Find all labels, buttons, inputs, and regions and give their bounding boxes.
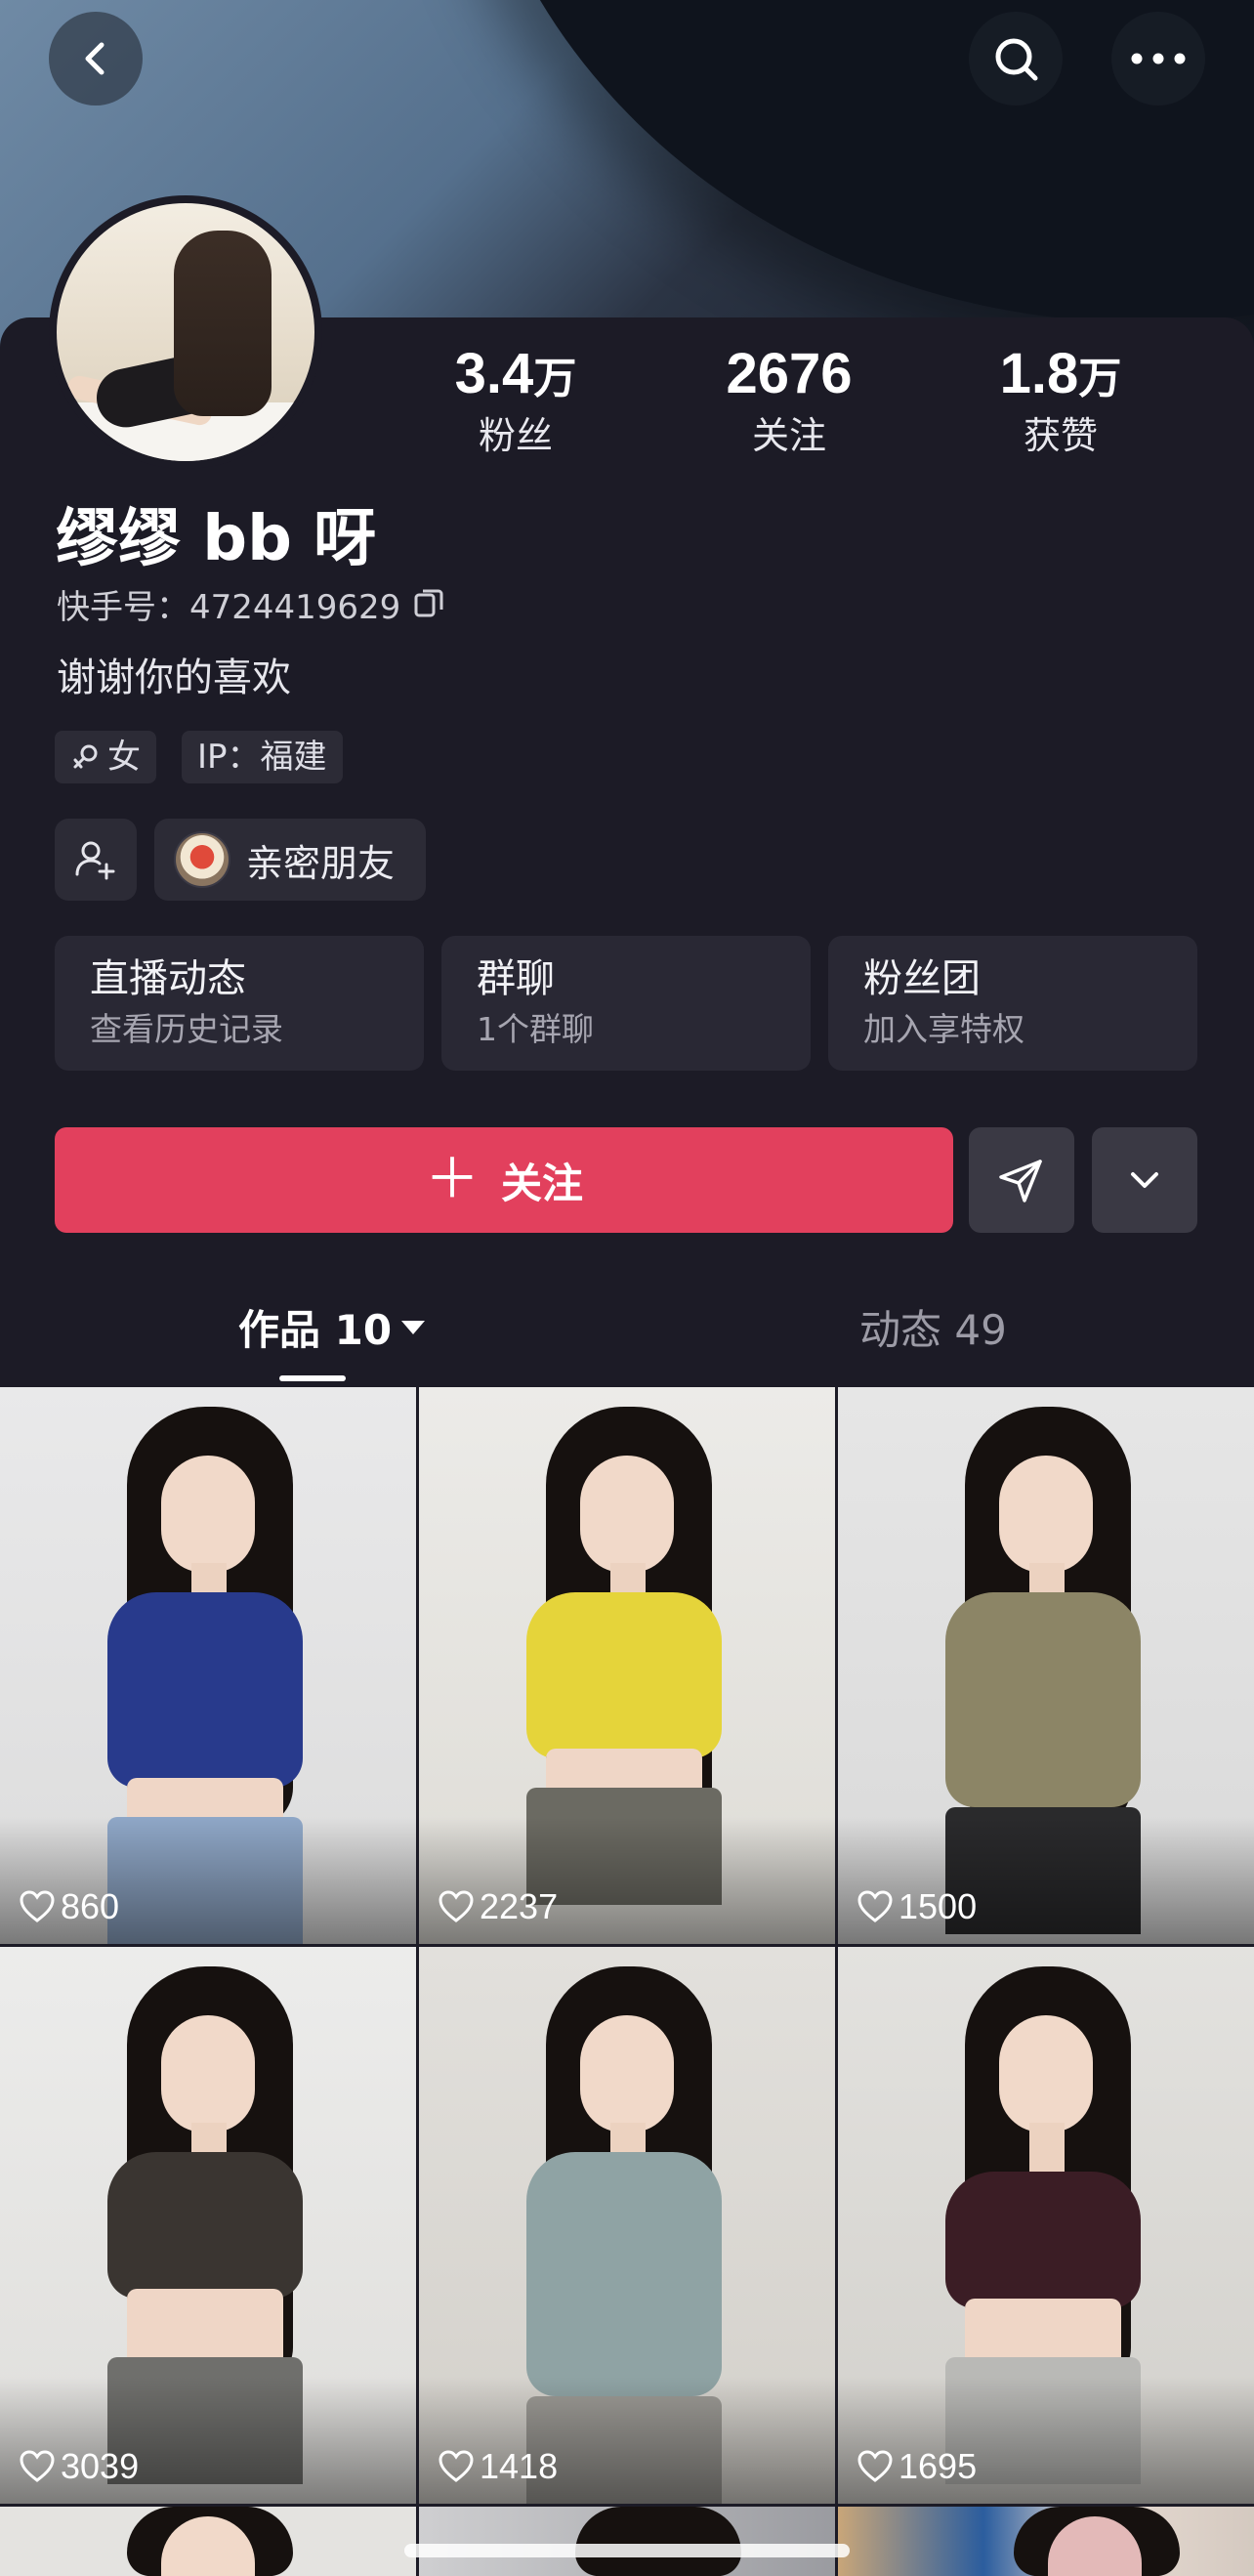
- heart-icon: [20, 2450, 55, 2482]
- likes-count: 1.8: [999, 342, 1079, 405]
- heart-icon: [439, 2450, 474, 2482]
- fan-club-card[interactable]: 粉丝团 加入享特权: [828, 936, 1197, 1071]
- gender-tag: 女: [55, 731, 156, 783]
- home-indicator[interactable]: [404, 2544, 850, 2557]
- content-tabs: 作品 10 动态 49: [0, 1270, 1254, 1387]
- ip-text: IP：福建: [197, 738, 327, 777]
- tab-works[interactable]: 作品 10: [238, 1297, 426, 1357]
- like-count-text: 860: [61, 1886, 120, 1926]
- video-thumbnail[interactable]: 1500: [838, 1387, 1254, 1944]
- like-count: 1418: [439, 2445, 558, 2488]
- like-count-text: 1418: [480, 2446, 559, 2486]
- copy-icon[interactable]: [412, 586, 445, 630]
- profile-bio: 谢谢你的喜欢: [57, 655, 291, 700]
- add-user-icon: [75, 841, 115, 880]
- chevron-down-icon: [1131, 1172, 1158, 1188]
- avatar-image: [57, 203, 314, 461]
- back-button[interactable]: [49, 12, 143, 106]
- send-icon: [999, 1160, 1042, 1203]
- user-id-row: 快手号：4724419629: [57, 586, 445, 629]
- heart-icon: [857, 1890, 893, 1922]
- following-count: 2676: [726, 342, 853, 405]
- fan-club-subtitle: 加入享特权: [863, 1010, 1024, 1048]
- following-label: 关注: [751, 414, 826, 457]
- live-history-card[interactable]: 直播动态 查看历史记录: [55, 936, 424, 1071]
- follow-button[interactable]: ＋ 关注: [55, 1127, 953, 1233]
- heart-icon: [857, 2450, 893, 2482]
- likes-unit: 万: [1078, 354, 1122, 403]
- video-thumbnail[interactable]: [419, 2507, 835, 2576]
- video-thumbnail[interactable]: 2237: [419, 1387, 835, 1944]
- video-thumbnail[interactable]: [838, 2507, 1254, 2576]
- profile-name: 缪缪 bb 呀: [56, 503, 377, 575]
- video-thumbnail[interactable]: 3039: [0, 1947, 416, 2504]
- like-count-text: 1695: [899, 2446, 978, 2486]
- tab-works-label: 作品 10: [238, 1306, 393, 1354]
- female-icon: [73, 744, 98, 769]
- like-count-text: 2237: [480, 1886, 559, 1926]
- stat-fans[interactable]: 3.4万 粉丝: [418, 342, 613, 460]
- group-chat-title: 群聊: [477, 956, 555, 1001]
- tab-moments[interactable]: 动态 49: [859, 1297, 1007, 1357]
- like-count: 1695: [857, 2445, 977, 2488]
- close-friend-label: 亲密朋友: [246, 841, 396, 885]
- live-history-title: 直播动态: [90, 956, 246, 1001]
- fans-label: 粉丝: [478, 414, 553, 457]
- plus-icon: ＋: [424, 1148, 480, 1211]
- friend-avatar: [174, 831, 230, 888]
- close-friend-chip[interactable]: 亲密朋友: [154, 819, 426, 901]
- video-thumbnail[interactable]: 1695: [838, 1947, 1254, 2504]
- profile-screen: 3.4万 粉丝 2676 关注 1.8万 获赞 缪缪 bb 呀 快手号：4724…: [0, 0, 1254, 2576]
- like-count: 3039: [20, 2445, 139, 2488]
- heart-icon: [439, 1890, 474, 1922]
- like-count: 860: [20, 1885, 119, 1928]
- gender-text: 女: [107, 738, 141, 777]
- fans-unit: 万: [533, 354, 577, 403]
- follow-label: 关注: [500, 1159, 583, 1207]
- like-count: 1500: [857, 1885, 977, 1928]
- fans-count: 3.4: [454, 342, 534, 405]
- stat-likes[interactable]: 1.8万 获赞: [963, 342, 1158, 460]
- chevron-left-icon: [85, 42, 104, 75]
- more-horizontal-icon: [1131, 53, 1186, 64]
- message-button[interactable]: [969, 1127, 1074, 1233]
- live-history-subtitle: 查看历史记录: [90, 1010, 283, 1048]
- like-count-text: 3039: [61, 2446, 140, 2486]
- expand-button[interactable]: [1092, 1127, 1197, 1233]
- video-thumbnail[interactable]: 1418: [419, 1947, 835, 2504]
- heart-icon: [20, 1890, 55, 1922]
- add-friend-button[interactable]: [55, 819, 137, 901]
- search-button[interactable]: [969, 12, 1063, 106]
- active-tab-indicator: [279, 1375, 346, 1381]
- caret-down-icon: [401, 1320, 426, 1334]
- like-count: 2237: [439, 1885, 558, 1928]
- stat-following[interactable]: 2676 关注: [691, 342, 887, 460]
- video-thumbnail[interactable]: [0, 2507, 416, 2576]
- fan-club-title: 粉丝团: [863, 956, 981, 1001]
- user-id-text: 快手号：4724419629: [57, 588, 401, 627]
- ip-tag: IP：福建: [182, 731, 343, 783]
- video-thumbnail[interactable]: 860: [0, 1387, 416, 1944]
- more-button[interactable]: [1111, 12, 1205, 106]
- group-chat-card[interactable]: 群聊 1个群聊: [441, 936, 811, 1071]
- likes-label: 获赞: [1023, 414, 1098, 457]
- like-count-text: 1500: [899, 1886, 978, 1926]
- search-icon: [995, 38, 1038, 81]
- avatar[interactable]: [49, 195, 322, 469]
- group-chat-subtitle: 1个群聊: [477, 1010, 594, 1048]
